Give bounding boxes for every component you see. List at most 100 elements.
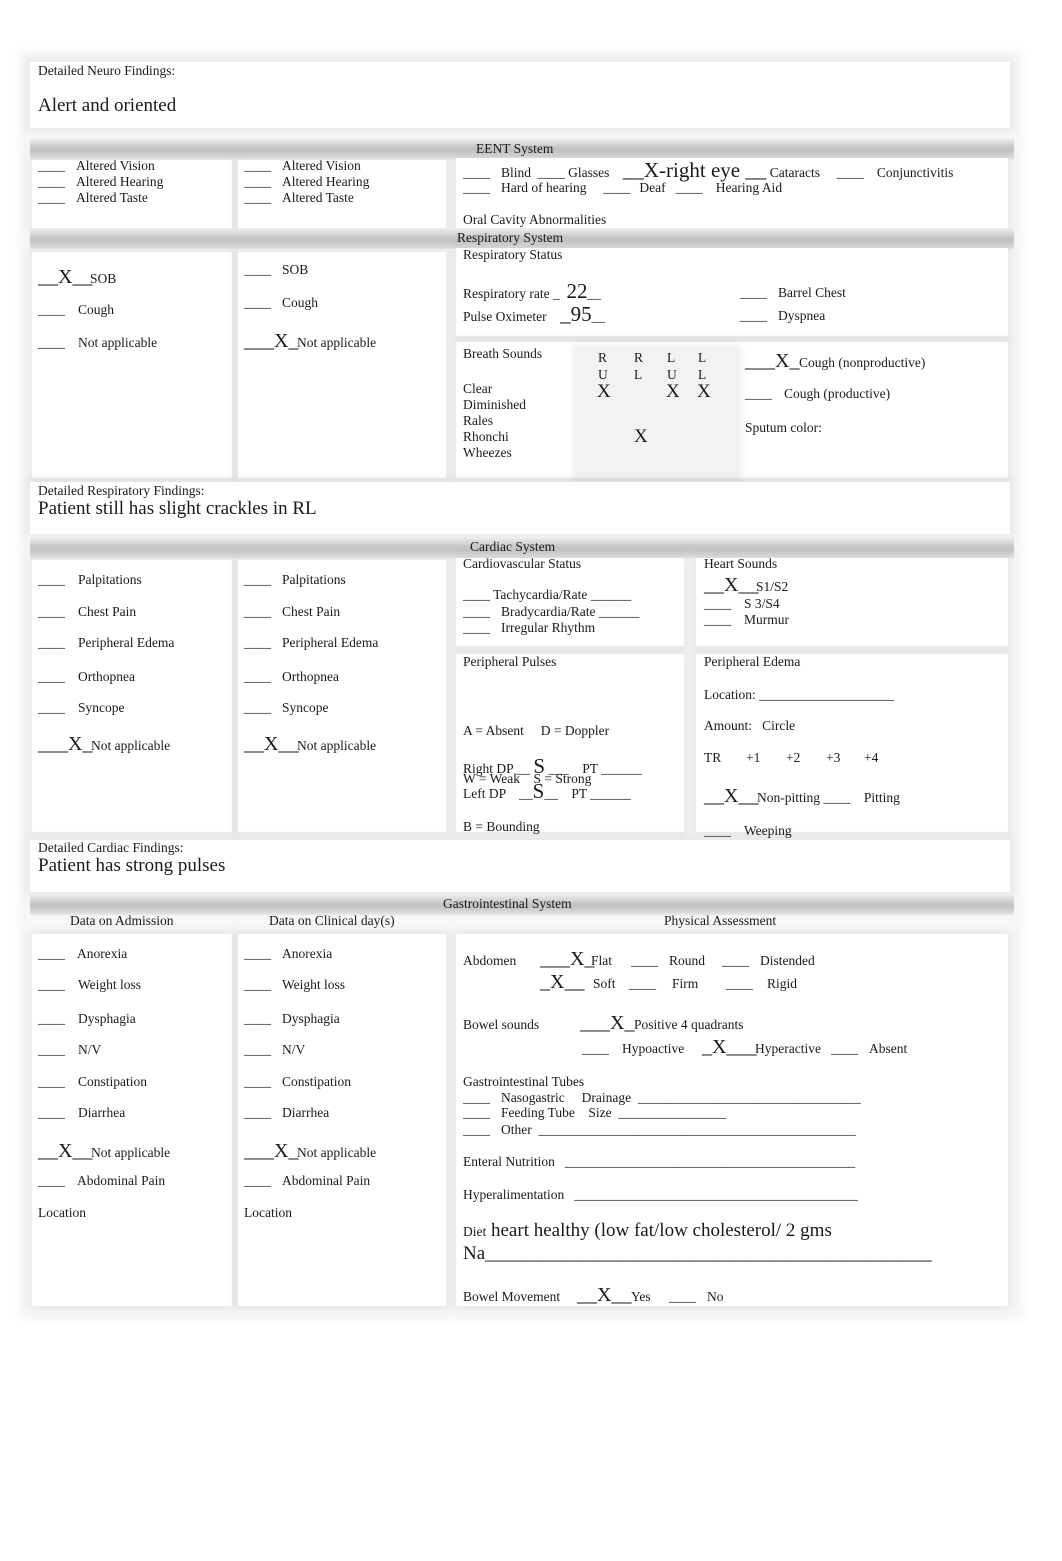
resp-admission-item-cough[interactable]: ____ Cough [38, 302, 114, 318]
list-item[interactable]: ____ Orthopnea [38, 669, 174, 701]
list-item[interactable]: ____ N/V [244, 1042, 376, 1075]
list-item[interactable]: ____ Anorexia [244, 946, 376, 978]
list-item[interactable]: ____ Syncope [244, 700, 378, 733]
flat-mark[interactable]: ___X_ [540, 948, 594, 970]
s3s4-item[interactable]: ____ S 3/S4 [704, 596, 780, 612]
soft-mark[interactable]: _X__ [540, 971, 593, 993]
list-item[interactable]: ____ Dysphagia [244, 1011, 376, 1043]
right-dp-field[interactable]: Right DP __ S ___ PT ______ [463, 754, 642, 778]
list-item[interactable]: ____ Abdominal Pain [244, 1173, 376, 1206]
scale-plus4[interactable]: +4 [864, 750, 878, 765]
rigid-mark[interactable]: ____ [726, 976, 767, 992]
scale-plus2[interactable]: +2 [786, 750, 826, 766]
list-item[interactable]: ____ Syncope [38, 700, 174, 733]
list-item[interactable]: ____ Palpitations [38, 572, 174, 605]
list-item[interactable]: __X__Not applicable [244, 733, 378, 755]
weeping-item[interactable]: ____ Weeping [704, 823, 792, 839]
hearing-aid-mark[interactable]: ____ [676, 180, 716, 196]
positive-4-quadrants-item[interactable]: ___X_Positive 4 quadrants [580, 1012, 744, 1034]
list-item[interactable]: ____ Orthopnea [244, 669, 378, 701]
other-tube-item[interactable]: ____ Other ______________________________… [463, 1122, 856, 1138]
round-mark[interactable]: ____ [631, 953, 669, 969]
list-item[interactable]: ____ Abdominal Pain [38, 1173, 170, 1206]
hoh-mark[interactable]: ____ [463, 180, 501, 196]
conjunctivitis-mark[interactable]: ____ [837, 165, 877, 181]
list-item[interactable]: ____ Peripheral Edema [38, 635, 174, 670]
left-dp-field[interactable]: Left DP __S__ PT ______ [463, 779, 631, 803]
list-item[interactable]: ____ Weight loss [244, 977, 376, 1012]
list-item[interactable]: ____ Constipation [244, 1074, 376, 1106]
list-item[interactable]: __X__Not applicable [38, 1140, 170, 1174]
barrel-chest-item[interactable]: ____ Barrel Chest [740, 285, 846, 301]
list-item[interactable]: ____ Altered Vision [38, 158, 163, 174]
hyperactive-mark[interactable]: _X___ [702, 1036, 756, 1058]
mark-clear-lu[interactable]: X [666, 381, 680, 403]
list-item[interactable]: ____ Anorexia [38, 946, 170, 978]
list-item[interactable]: ____ Constipation [38, 1074, 170, 1106]
list-item[interactable]: ____ Palpitations [244, 572, 378, 605]
bm-no-mark[interactable]: ____ [669, 1289, 707, 1305]
neuro-findings-value[interactable]: Alert and oriented [38, 95, 176, 117]
diet-field[interactable]: Diet heart healthy (low fat/low choleste… [463, 1220, 832, 1242]
s1s2-item[interactable]: __X__S1/S2 [704, 574, 788, 596]
list-item[interactable]: ___X_Not applicable [244, 1140, 376, 1174]
list-item[interactable]: ____ Chest Pain [38, 604, 174, 636]
list-item[interactable]: ____ Dysphagia [38, 1011, 170, 1043]
feeding-tube-item[interactable]: ____ Feeding Tube Size ________________ [463, 1105, 726, 1121]
murmur-item[interactable]: ____ Murmur [704, 612, 789, 628]
mark-clear-ru[interactable]: X [597, 381, 611, 403]
cough-productive-item[interactable]: ____ Cough (productive) [745, 386, 890, 402]
breath-row-diminished: Diminished [463, 397, 526, 412]
resp-clinical-item-na[interactable]: ___X_Not applicable [244, 330, 376, 352]
list-item[interactable]: ____ Peripheral Edema [244, 635, 378, 670]
list-item[interactable]: ____ Chest Pain [244, 604, 378, 636]
list-item[interactable]: ____ Weight loss [38, 977, 170, 1012]
diet-value-line2[interactable]: Na______________________________________… [463, 1243, 932, 1265]
distended-mark[interactable]: ____ [722, 953, 760, 969]
resp-clinical-item-cough[interactable]: ____ Cough [244, 295, 318, 311]
dyspnea-item[interactable]: ____ Dyspnea [740, 308, 825, 324]
irregular-rhythm-item[interactable]: ____ Irregular Rhythm [463, 620, 595, 636]
blind-mark[interactable]: ____ [463, 165, 501, 181]
location-label[interactable]: Location [244, 1205, 376, 1221]
mark-rhonchi-rl[interactable]: X [634, 426, 648, 448]
cardiac-findings-value[interactable]: Patient has strong pulses [38, 855, 225, 877]
non-pitting-item[interactable]: __X__Non-pitting ____ Pitting [704, 785, 900, 807]
resp-clinical-item-sob[interactable]: ____ SOB [244, 262, 308, 278]
mark-clear-ll[interactable]: X [697, 381, 711, 403]
cough-nonproductive-item[interactable]: ___X_Cough (nonproductive) [745, 350, 925, 372]
list-item[interactable]: ____ Altered Taste [38, 190, 163, 206]
deaf-mark[interactable]: ____ [603, 180, 639, 196]
hypoactive-mark[interactable]: ____ [582, 1041, 622, 1057]
scale-plus3[interactable]: +3 [826, 750, 864, 766]
list-item[interactable]: ____ Diarrhea [244, 1105, 376, 1140]
list-item[interactable]: ____ N/V [38, 1042, 170, 1075]
list-item[interactable]: ____ Altered Hearing [38, 174, 163, 190]
bm-yes-mark[interactable]: __X__ [577, 1284, 631, 1306]
location-label[interactable]: Location [38, 1205, 170, 1221]
scale-plus1[interactable]: +1 [746, 750, 786, 766]
list-item[interactable]: ____ Altered Hearing [244, 174, 369, 190]
list-item[interactable]: ____ Diarrhea [38, 1105, 170, 1140]
edema-location-field[interactable]: Location: ____________________ [704, 687, 894, 703]
cataracts-mark[interactable]: __X-right eye __ [623, 158, 766, 182]
pulse-oximeter-field[interactable]: Pulse Oximeter _95__ [463, 302, 605, 326]
resp-admission-item-na[interactable]: ____ Not applicable [38, 335, 157, 351]
list-item[interactable]: ___X_Not applicable [38, 733, 174, 755]
respiratory-rate-field[interactable]: Respiratory rate _ 22__ [463, 279, 601, 303]
list-item[interactable]: ____ Altered Vision [244, 158, 369, 174]
absent-mark[interactable]: ____ [831, 1041, 869, 1057]
resp-admission-item-sob[interactable]: __X__SOB [38, 266, 116, 288]
diet-value[interactable]: heart healthy (low fat/low cholesterol/ … [491, 1220, 832, 1241]
sputum-color-label[interactable]: Sputum color: [745, 420, 822, 436]
tachycardia-item[interactable]: ____ Tachycardia/Rate ______ [463, 587, 631, 603]
glasses-mark[interactable]: ____ [538, 165, 565, 180]
scale-tr[interactable]: TR [704, 750, 746, 766]
enteral-nutrition-field[interactable]: Enteral Nutrition ______________________… [463, 1154, 855, 1170]
resp-findings-value[interactable]: Patient still has slight crackles in RL [38, 498, 317, 520]
bradycardia-item[interactable]: ____ Bradycardia/Rate ______ [463, 604, 639, 620]
nasogastric-item[interactable]: ____ Nasogastric Drainage _______________… [463, 1090, 861, 1106]
hyperalimentation-field[interactable]: Hyperalimentation ______________________… [463, 1187, 858, 1203]
firm-mark[interactable]: ____ [629, 976, 672, 992]
list-item[interactable]: ____ Altered Taste [244, 190, 369, 206]
